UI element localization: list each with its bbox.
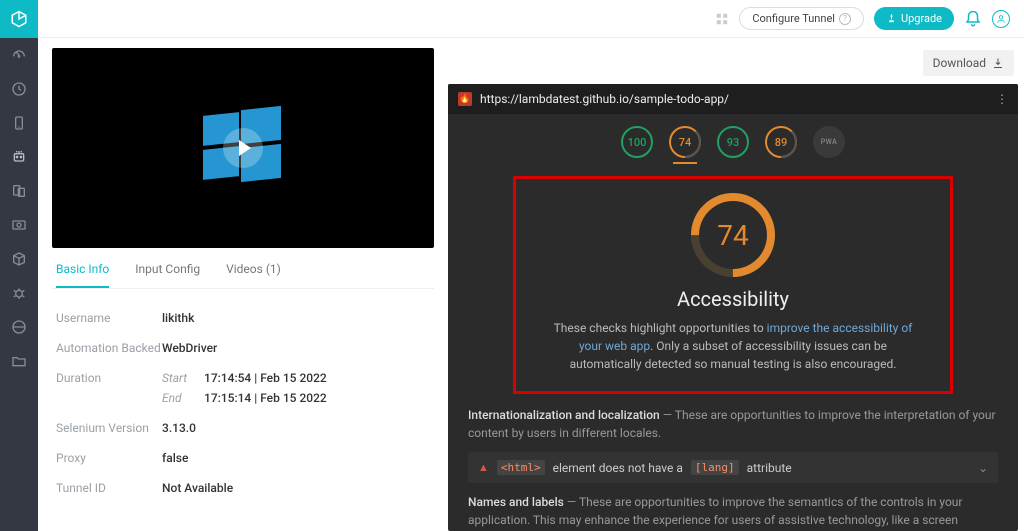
configure-tunnel-button[interactable]: Configure Tunnel ?	[739, 7, 864, 30]
automation-icon[interactable]	[0, 140, 38, 174]
integrations-icon[interactable]	[0, 310, 38, 344]
windows-logo	[201, 106, 285, 190]
i18n-title: Internationalization and localization	[468, 408, 660, 422]
label-duration: Duration	[56, 371, 162, 405]
dashboard-icon[interactable]	[0, 38, 38, 72]
report-body: 74 Accessibility These checks highlight …	[448, 164, 1018, 531]
history-icon[interactable]	[0, 72, 38, 106]
value-end: 17:15:14 | Feb 15 2022	[204, 391, 327, 405]
real-device-icon[interactable]	[0, 174, 38, 208]
brand-logo[interactable]	[0, 0, 38, 38]
video-player[interactable]	[52, 48, 434, 248]
warning-icon: ▲	[478, 461, 489, 474]
accessibility-gauge: 74	[691, 193, 775, 277]
label-proxy: Proxy	[56, 451, 162, 465]
audit-html-lang[interactable]: ▲ <html> element does not have a [lang] …	[468, 452, 998, 483]
code-lang: [lang]	[691, 460, 739, 475]
screenshot-icon[interactable]	[0, 208, 38, 242]
value-proxy: false	[162, 451, 188, 465]
tab-input-config[interactable]: Input Config	[135, 262, 200, 288]
left-sidebar	[0, 0, 38, 531]
download-button[interactable]: Download	[923, 50, 1014, 76]
folder-icon[interactable]	[0, 344, 38, 378]
device-icon[interactable]	[0, 106, 38, 140]
details-panel: Basic Info Input Config Videos (1) Usern…	[38, 38, 448, 531]
gauge-seo[interactable]: 89	[765, 126, 797, 158]
names-labels-title: Names and labels	[468, 495, 564, 509]
download-label: Download	[933, 56, 986, 70]
notifications-icon[interactable]	[964, 10, 982, 28]
upgrade-icon	[886, 13, 897, 24]
label-username: Username	[56, 311, 162, 325]
label-tunnel: Tunnel ID	[56, 481, 162, 495]
label-end: End	[162, 391, 198, 405]
top-bar: Configure Tunnel ? Upgrade	[38, 0, 1024, 38]
bug-icon[interactable]	[0, 276, 38, 310]
gauge-performance[interactable]: 100	[621, 126, 653, 158]
value-automation: WebDriver	[162, 341, 217, 355]
value-tunnel: Not Available	[162, 481, 233, 495]
tab-videos[interactable]: Videos (1)	[226, 262, 281, 288]
chevron-down-icon: ⌄	[978, 461, 988, 475]
content: Basic Info Input Config Videos (1) Usern…	[38, 38, 1024, 531]
user-avatar[interactable]	[992, 10, 1010, 28]
configure-tunnel-label: Configure Tunnel	[752, 12, 835, 25]
tab-basic-info[interactable]: Basic Info	[56, 262, 109, 288]
report-panel: Download 🔥 https://lambdatest.github.io/…	[448, 38, 1024, 531]
label-automation: Automation Backed	[56, 341, 162, 355]
label-start: Start	[162, 371, 198, 385]
accessibility-section: 74 Accessibility These checks highlight …	[513, 176, 953, 394]
upgrade-button[interactable]: Upgrade	[874, 7, 954, 30]
gauge-pwa[interactable]: PWA	[813, 126, 845, 158]
info-list: Usernamelikithk Automation BackedWebDriv…	[52, 289, 434, 517]
help-icon: ?	[839, 13, 851, 25]
address-bar: 🔥 https://lambdatest.github.io/sample-to…	[448, 84, 1018, 114]
main-area: Configure Tunnel ? Upgrade Basic Info In…	[38, 0, 1024, 531]
lighthouse-report: 🔥 https://lambdatest.github.io/sample-to…	[448, 84, 1018, 531]
cube-icon[interactable]	[0, 242, 38, 276]
accessibility-description: These checks highlight opportunities to …	[542, 319, 924, 373]
report-url: https://lambdatest.github.io/sample-todo…	[480, 92, 729, 106]
i18n-section: Internationalization and localization — …	[468, 406, 998, 442]
gauge-accessibility[interactable]: 74	[669, 126, 701, 158]
accessibility-title: Accessibility	[542, 287, 924, 311]
upgrade-label: Upgrade	[901, 12, 942, 25]
code-html: <html>	[497, 460, 545, 475]
value-username: likithk	[162, 311, 194, 325]
score-gauges: 100 74 93 89 PWA	[448, 114, 1018, 164]
value-selenium: 3.13.0	[162, 421, 196, 435]
detail-tabs: Basic Info Input Config Videos (1)	[52, 248, 434, 289]
download-icon	[992, 57, 1004, 69]
names-labels-section: Names and labels — These are opportuniti…	[468, 493, 998, 529]
value-start: 17:14:54 | Feb 15 2022	[204, 371, 327, 385]
gauge-best-practices[interactable]: 93	[717, 126, 749, 158]
favicon: 🔥	[458, 92, 472, 106]
play-icon	[223, 128, 263, 168]
apps-grid-icon[interactable]	[715, 12, 729, 26]
more-icon[interactable]: ⋮	[996, 92, 1008, 106]
label-selenium: Selenium Version	[56, 421, 162, 435]
accessibility-score: 74	[717, 219, 748, 252]
